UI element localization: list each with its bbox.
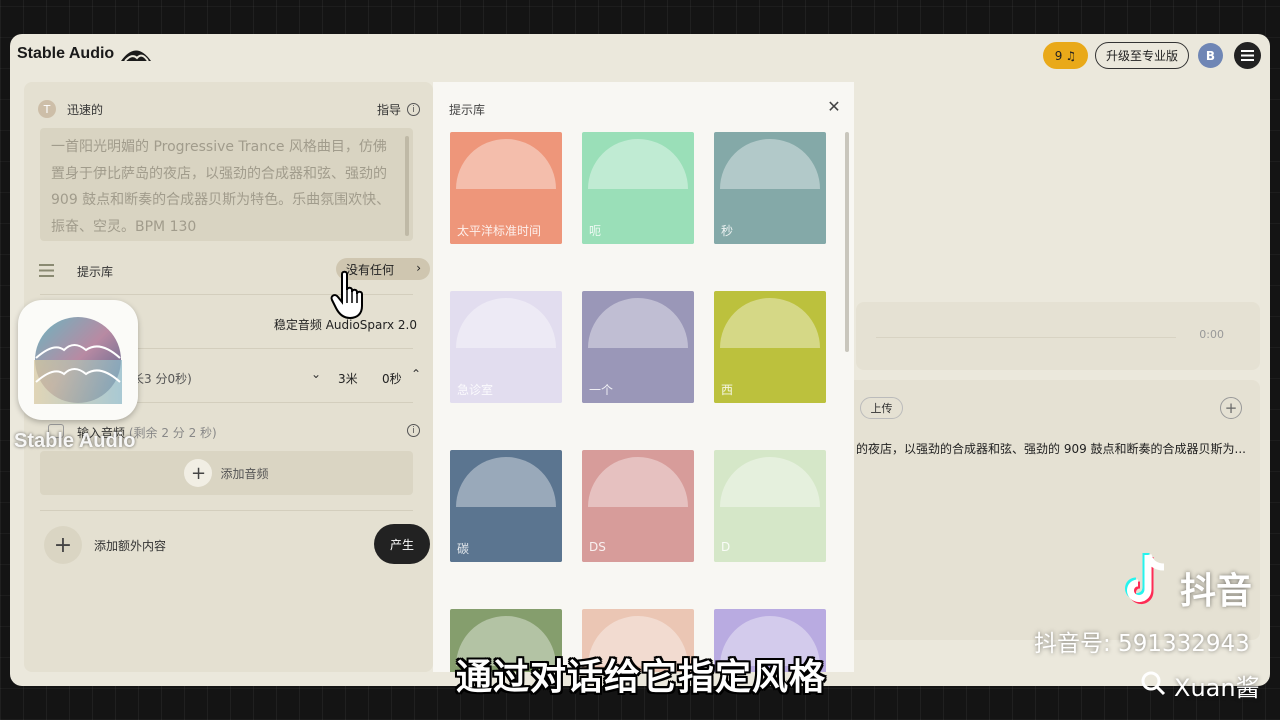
tile-tag: 急诊室: [457, 383, 494, 397]
stable-audio-app-icon: [18, 300, 138, 420]
guide-label: 指导: [376, 103, 401, 117]
list-icon: [39, 264, 54, 277]
tile-tag: D: [721, 540, 731, 554]
info-icon: i: [407, 103, 420, 116]
text-mode-icon: T: [38, 100, 56, 118]
prompt-tile[interactable]: 碳放松跳跃: [450, 450, 562, 562]
result-prompt-text: 的夜店，以强劲的合成器和弦、强劲的 909 鼓点和断奏的合成器贝斯为...: [856, 442, 1246, 456]
duration-label: 长3 分0秒): [132, 372, 192, 386]
divider: [40, 510, 413, 511]
author-handle: Xuan酱: [1174, 674, 1260, 702]
prompt-tile[interactable]: D迪斯科: [714, 450, 826, 562]
add-extra-label: 添加额外内容: [94, 539, 167, 553]
duration-minutes[interactable]: 3米: [338, 370, 358, 387]
input-audio-remaining: (剩余 2 分 2 秒): [128, 426, 217, 440]
prompt-tile[interactable]: DS鼓独奏: [582, 450, 694, 562]
prompt-library-title: 提示库: [449, 103, 486, 117]
chevron-right-icon: ›: [416, 261, 421, 275]
tile-tag: 西: [721, 383, 734, 397]
prompt-tile[interactable]: 呃乐观: [582, 132, 694, 244]
close-icon[interactable]: ✕: [824, 96, 844, 116]
hand-cursor-icon: [330, 270, 363, 320]
upgrade-button[interactable]: 升级至专业版: [1095, 42, 1189, 69]
brand[interactable]: Stable Audio: [17, 45, 152, 63]
tile-tag: 呃: [589, 224, 602, 238]
add-icon[interactable]: +: [1220, 397, 1242, 419]
plus-icon: +: [184, 459, 213, 487]
prompt-library-panel: 提示库 ✕ 太平洋标准时间渐进式恍惚呃乐观秒合成流行乐急诊室史诗摇滚一个周围的西…: [433, 82, 854, 672]
app-icon-caption: Stable Audio: [14, 430, 136, 452]
guide-link[interactable]: 指导 i: [377, 101, 420, 118]
tile-tag: 秒: [721, 224, 734, 238]
prompt-library-label: 提示库: [77, 265, 114, 279]
add-audio-label: 添加音频: [220, 466, 269, 481]
tile-art-base: [714, 507, 826, 562]
credits-badge[interactable]: 9 ♫: [1043, 42, 1088, 69]
tiktok-logo-icon: [1125, 553, 1165, 605]
tile-tag: 太平洋标准时间: [457, 224, 542, 238]
credits-count: 9: [1054, 48, 1063, 63]
app-window: Stable Audio 9 ♫ 升级至专业版 B T 迅速的 指导 i 一首阳…: [10, 34, 1270, 686]
mode-label: 迅速的: [67, 103, 104, 117]
hamburger-icon: [1241, 50, 1254, 61]
tile-tag: DS: [589, 540, 606, 554]
search-icon: [1141, 671, 1166, 696]
tiktok-brand: 抖音: [1180, 571, 1253, 612]
prompt-scrollbar[interactable]: [405, 136, 409, 236]
prompt-tile[interactable]: 西温暖的: [714, 291, 826, 403]
prompt-tile[interactable]: 急诊室史诗摇滚: [450, 291, 562, 403]
brand-name: Stable Audio: [17, 45, 115, 62]
avatar[interactable]: B: [1198, 43, 1223, 68]
upload-button[interactable]: 上传: [860, 397, 903, 419]
tiktok-id: 抖音号: 591332943: [1034, 631, 1250, 657]
brand-logo-icon: [121, 50, 152, 62]
prompt-input[interactable]: 一首阳光明媚的 Progressive Trance 风格曲目，仿佛置身于伊比萨…: [40, 128, 413, 241]
add-audio-button[interactable]: + 添加音频: [40, 451, 413, 495]
duration-seconds[interactable]: 0秒: [382, 370, 402, 387]
tile-tag: 一个: [589, 383, 614, 397]
waveform-track[interactable]: [876, 337, 1176, 338]
library-scrollbar[interactable]: [845, 132, 849, 352]
generate-button[interactable]: 产生: [374, 524, 430, 564]
music-note-icon: ♫: [1065, 48, 1077, 63]
prompt-tile[interactable]: 太平洋标准时间渐进式恍惚: [450, 132, 562, 244]
video-subtitle: 通过对话给它指定风格: [456, 657, 827, 698]
add-extra-button[interactable]: +: [44, 526, 82, 564]
chevron-down-icon[interactable]: ⌄: [311, 367, 321, 381]
prompt-library-grid: 太平洋标准时间渐进式恍惚呃乐观秒合成流行乐急诊室史诗摇滚一个周围的西温暖的碳放松…: [450, 132, 826, 672]
player-time: 0:00: [1199, 328, 1224, 341]
chevron-up-icon[interactable]: ⌃: [411, 367, 421, 381]
prompt-text: 一首阳光明媚的 Progressive Trance 风格曲目，仿佛置身于伊比萨…: [51, 139, 391, 235]
app-logo-icon: [34, 317, 122, 404]
menu-button[interactable]: [1234, 42, 1261, 69]
prompt-tile[interactable]: 秒合成流行乐: [714, 132, 826, 244]
audio-player: 0:00: [856, 302, 1260, 370]
prompt-tile[interactable]: 一个周围的: [582, 291, 694, 403]
tile-tag: 碳: [457, 542, 470, 556]
info-icon[interactable]: i: [407, 424, 420, 437]
